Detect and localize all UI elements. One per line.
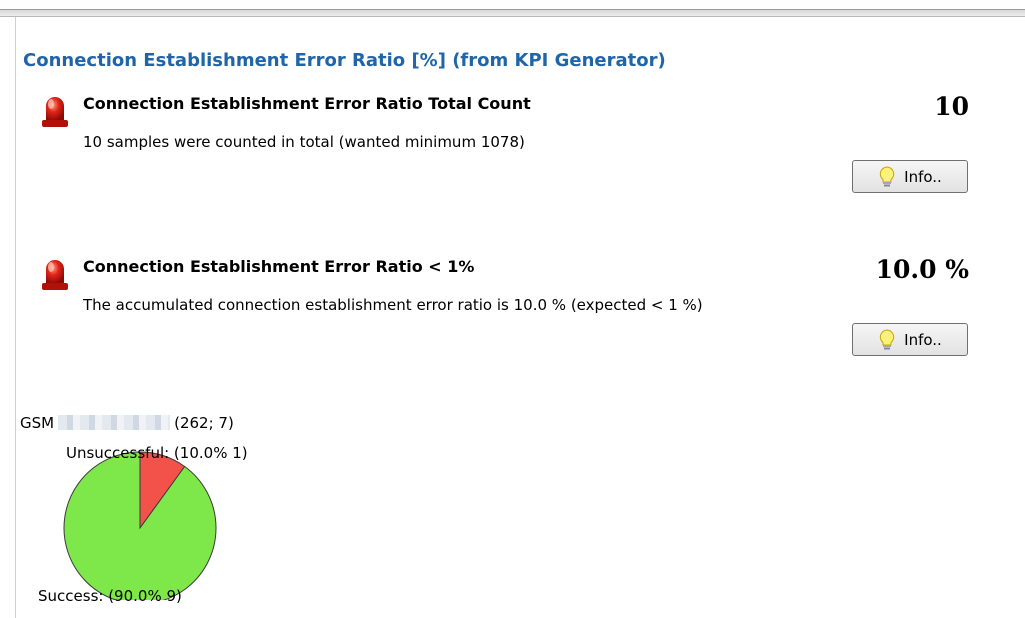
- kpi-value: 10.0 %: [875, 255, 969, 284]
- info-button-label: Info..: [904, 330, 942, 349]
- kpi-error-ratio: Connection Establishment Error Ratio < 1…: [0, 255, 1025, 375]
- pie-header-prefix: GSM: [20, 414, 55, 432]
- kpi-description: 10 samples were counted in total (wanted…: [83, 133, 525, 151]
- red-alarm-icon: [42, 97, 68, 127]
- pie-label-unsuccessful: Unsuccessful: (10.0% 1): [66, 444, 248, 462]
- redacted-name: [58, 415, 171, 430]
- kpi-title: Connection Establishment Error Ratio < 1…: [83, 257, 475, 276]
- kpi-value: 10: [934, 92, 969, 121]
- info-button[interactable]: Info..: [852, 323, 968, 356]
- info-button[interactable]: Info..: [852, 160, 968, 193]
- pie-header-suffix: (262; 7): [174, 414, 234, 432]
- red-alarm-icon: [42, 260, 68, 290]
- lightbulb-icon: [879, 165, 895, 186]
- kpi-title: Connection Establishment Error Ratio Tot…: [83, 94, 531, 113]
- pie-header: GSM (262; 7): [20, 414, 234, 432]
- section-title: Connection Establishment Error Ratio [%]…: [23, 50, 666, 71]
- pie-chart: [63, 451, 217, 600]
- lightbulb-icon: [879, 328, 895, 349]
- pie-label-success: Success: (90.0% 9): [38, 587, 182, 605]
- top-panel-bar: [0, 9, 1025, 17]
- pie-slice-success: [63, 451, 217, 600]
- info-button-label: Info..: [904, 167, 942, 186]
- kpi-description: The accumulated connection establishment…: [83, 296, 703, 314]
- kpi-total-count: Connection Establishment Error Ratio Tot…: [0, 92, 1025, 212]
